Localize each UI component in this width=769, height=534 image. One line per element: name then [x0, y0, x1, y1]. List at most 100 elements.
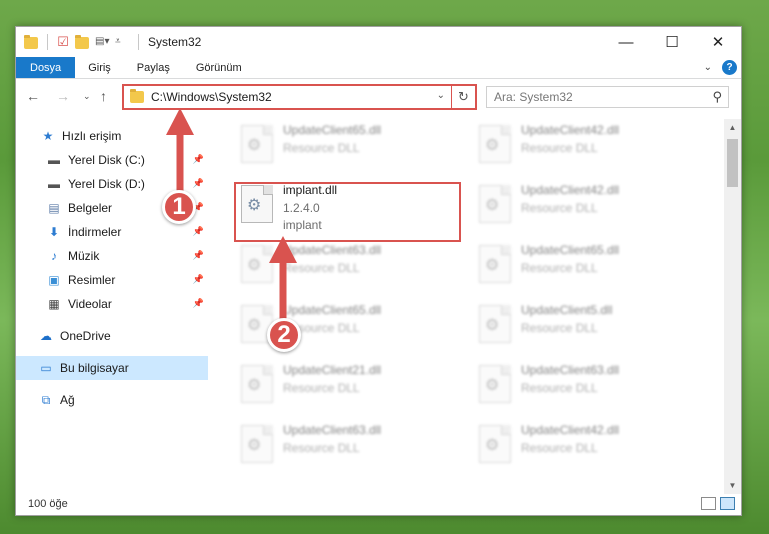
file-item[interactable]: ⚙ UpdateClient63.dll Resource DLL [235, 421, 445, 479]
file-item[interactable]: ⚙ UpdateClient21.dll Resource DLL [235, 361, 445, 419]
minimize-button[interactable]: — [603, 27, 649, 57]
maximize-button[interactable]: ☐ [649, 27, 695, 57]
dll-file-icon: ⚙ [241, 365, 273, 403]
address-row: ← → ⌄ ↑ C:\Windows\System32 ⌄ ↻ Ara: Sys… [16, 84, 741, 112]
pin-icon[interactable]: 📌 [193, 226, 204, 237]
search-icon[interactable]: ⚲ [712, 89, 722, 105]
scroll-down-icon[interactable]: ▼ [724, 477, 741, 494]
file-name: UpdateClient63.dll [283, 423, 382, 437]
file-list: ⚙ UpdateClient65.dll Resource DLL ⚙ Upda… [213, 119, 723, 494]
sidebar-item-onedrive[interactable]: ☁ OneDrive [16, 324, 208, 348]
pin-icon[interactable]: 📌 [193, 250, 204, 261]
vertical-scrollbar[interactable]: ▲ ▼ [724, 119, 741, 494]
pin-icon[interactable]: 📌 [193, 178, 204, 189]
file-item[interactable]: ⚙ UpdateClient42.dll Resource DLL [473, 121, 683, 179]
refresh-icon[interactable]: ↻ [451, 86, 475, 108]
back-icon[interactable]: ← [26, 88, 40, 104]
sidebar-item-label: Resimler [68, 273, 116, 287]
forward-icon[interactable]: → [56, 88, 70, 104]
ribbon-right-controls: ⌄ ? [704, 57, 737, 78]
up-icon[interactable]: ↑ [100, 88, 107, 104]
dll-file-icon: ⚙ [479, 125, 511, 163]
sidebar-item-label: OneDrive [60, 329, 111, 343]
file-type: Resource DLL [521, 441, 598, 455]
file-type: Resource DLL [283, 261, 360, 275]
large-icons-view-icon[interactable] [720, 497, 735, 510]
file-item[interactable]: ⚙ UpdateClient5.dll Resource DLL [473, 301, 683, 359]
drive-icon: ▬ [48, 153, 60, 167]
documents-icon: ▤ [48, 201, 60, 215]
sidebar-item-quick-access[interactable]: ★ Hızlı erişim [16, 124, 208, 148]
new-folder-icon[interactable] [75, 34, 91, 50]
file-name: UpdateClient65.dll [283, 123, 382, 137]
sidebar-item-local-disk-c[interactable]: ▬ Yerel Disk (C:) 📌 [16, 148, 208, 172]
title-bar: ☑ ▤▾ ⩡ System32 — ☐ ✕ [16, 27, 741, 57]
sidebar-item-label: Yerel Disk (C:) [68, 153, 145, 167]
file-explorer-window: ☑ ▤▾ ⩡ System32 — ☐ ✕ Dosya Giriş Paylaş… [15, 26, 742, 516]
dll-file-icon: ⚙ [479, 425, 511, 463]
address-bar[interactable]: C:\Windows\System32 ⌄ ↻ [122, 84, 477, 110]
tab-file[interactable]: Dosya [16, 57, 76, 78]
file-item[interactable]: ⚙ UpdateClient65.dll Resource DLL [235, 121, 445, 179]
quick-access-toolbar: ☑ ▤▾ ⩡ [24, 34, 142, 50]
details-view-icon[interactable] [701, 497, 716, 510]
sidebar-item-music[interactable]: ♪ Müzik 📌 [16, 244, 208, 268]
callout-2: 2 [267, 318, 301, 352]
status-bar: 100 öğe [16, 493, 741, 515]
sidebar-item-label: Bu bilgisayar [60, 361, 129, 375]
help-icon[interactable]: ? [722, 60, 737, 75]
pin-icon[interactable]: 📌 [193, 298, 204, 309]
file-item[interactable]: ⚙ UpdateClient42.dll Resource DLL [473, 421, 683, 479]
file-name: UpdateClient65.dll [521, 243, 620, 257]
file-type: Resource DLL [283, 441, 360, 455]
dll-file-icon: ⚙ [479, 305, 511, 343]
dll-file-icon: ⚙ [479, 245, 511, 283]
music-icon: ♪ [51, 249, 57, 263]
ribbon-tabs: Dosya Giriş Paylaş Görünüm ⌄ ? [16, 57, 741, 79]
properties-icon[interactable]: ☑ [55, 34, 71, 50]
pin-icon[interactable]: 📌 [193, 274, 204, 285]
sidebar-item-videos[interactable]: ▦ Videolar 📌 [16, 292, 208, 316]
scroll-up-icon[interactable]: ▲ [724, 119, 741, 136]
pictures-icon: ▣ [48, 273, 60, 287]
file-type: Resource DLL [283, 141, 360, 155]
close-button[interactable]: ✕ [695, 27, 741, 57]
file-name: UpdateClient65.dll [283, 303, 382, 317]
sidebar-item-network[interactable]: ⧉ Ağ [16, 388, 208, 412]
sidebar-item-pictures[interactable]: ▣ Resimler 📌 [16, 268, 208, 292]
file-item[interactable]: ⚙ UpdateClient65.dll Resource DLL [473, 241, 683, 299]
sidebar-item-label: Yerel Disk (D:) [68, 177, 145, 191]
sidebar-item-label: Ağ [60, 393, 75, 407]
file-name: UpdateClient63.dll [521, 363, 620, 377]
recent-locations-icon[interactable]: ⌄ [83, 91, 91, 102]
folder-icon [24, 34, 40, 50]
item-count: 100 öğe [28, 498, 68, 510]
toolbar-dropdown-icon[interactable]: ⩡ [115, 34, 131, 50]
tab-share[interactable]: Paylaş [124, 57, 183, 78]
dll-file-icon: ⚙ [241, 425, 273, 463]
sidebar-item-this-pc[interactable]: ▭ Bu bilgisayar [16, 356, 208, 380]
dll-file-icon: ⚙ [241, 125, 273, 163]
file-type: Resource DLL [283, 381, 360, 395]
navigation-pane: ★ Hızlı erişim ▬ Yerel Disk (C:) 📌 ▬ Yer… [16, 122, 211, 492]
file-name: UpdateClient63.dll [283, 243, 382, 257]
expand-ribbon-icon[interactable]: ⌄ [704, 62, 712, 73]
search-input[interactable]: Ara: System32 ⚲ [486, 86, 729, 108]
file-type: Resource DLL [521, 381, 598, 395]
dll-file-icon: ⚙ [479, 365, 511, 403]
scrollbar-thumb[interactable] [727, 139, 738, 187]
file-item[interactable]: ⚙ UpdateClient63.dll Resource DLL [473, 361, 683, 419]
file-item[interactable]: ⚙ UpdateClient63.dll Resource DLL [235, 241, 445, 299]
search-placeholder: Ara: System32 [494, 90, 573, 104]
tab-view[interactable]: Görünüm [183, 57, 255, 78]
customize-toolbar-icon[interactable]: ▤▾ [95, 34, 111, 50]
drive-icon: ▬ [48, 177, 60, 191]
chevron-down-icon[interactable]: ⌄ [437, 90, 445, 101]
network-icon: ⧉ [41, 393, 51, 407]
file-type: Resource DLL [521, 321, 598, 335]
tab-home[interactable]: Giriş [75, 57, 124, 78]
file-item[interactable]: ⚙ UpdateClient42.dll Resource DLL [473, 181, 683, 239]
file-type: Resource DLL [521, 141, 598, 155]
pin-icon[interactable]: 📌 [193, 154, 204, 165]
file-name: UpdateClient42.dll [521, 123, 620, 137]
